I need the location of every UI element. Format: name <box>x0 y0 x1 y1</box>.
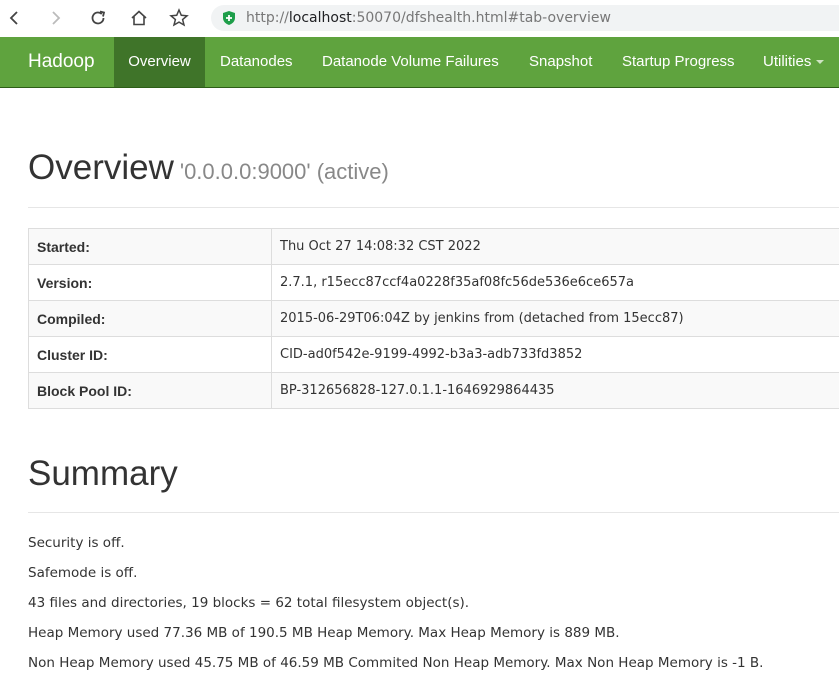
shield-icon <box>223 11 235 25</box>
row-key: Version: <box>28 264 272 301</box>
row-value: 2015-06-29T06:04Z by jenkins from (detac… <box>271 300 839 337</box>
nav-overview[interactable]: Overview <box>114 37 205 87</box>
table-row: Block Pool ID: BP-312656828-127.0.1.1-16… <box>28 372 839 409</box>
divider <box>28 207 839 208</box>
browser-toolbar: http://localhost:50070/dfshealth.html#ta… <box>0 0 839 37</box>
nav-snapshot[interactable]: Snapshot <box>529 37 592 87</box>
summary-security: Security is off. <box>28 535 125 551</box>
summary-objects: 43 files and directories, 19 blocks = 62… <box>28 595 470 611</box>
overview-table: Started: Thu Oct 27 14:08:32 CST 2022 Ve… <box>28 228 839 409</box>
url-text: http://localhost:50070/dfshealth.html#ta… <box>246 10 611 26</box>
row-value: 2.7.1, r15ecc87ccf4a0228f35af08fc56de536… <box>271 264 839 301</box>
bookmark-star-icon[interactable] <box>165 5 193 31</box>
forward-icon[interactable] <box>42 5 70 31</box>
row-value: Thu Oct 27 14:08:32 CST 2022 <box>271 228 839 265</box>
table-row: Cluster ID: CID-ad0f542e-9199-4992-b3a3-… <box>28 336 839 373</box>
nav-utilities-label: Utilities <box>763 53 812 70</box>
row-key: Compiled: <box>28 300 272 337</box>
row-value: CID-ad0f542e-9199-4992-b3a3-adb733fd3852 <box>271 336 839 373</box>
summary-non-heap-memory: Non Heap Memory used 45.75 MB of 46.59 M… <box>28 655 764 671</box>
table-row: Compiled: 2015-06-29T06:04Z by jenkins f… <box>28 300 839 337</box>
nav-utilities[interactable]: Utilities <box>763 37 825 87</box>
overview-title-text: Overview <box>28 148 174 187</box>
row-key: Started: <box>28 228 272 265</box>
navbar: Hadoop Overview Datanodes Datanode Volum… <box>0 37 839 88</box>
row-value: BP-312656828-127.0.1.1-1646929864435 <box>271 372 839 409</box>
caret-down-icon <box>816 60 825 65</box>
address-bar[interactable]: http://localhost:50070/dfshealth.html#ta… <box>211 5 839 31</box>
back-icon[interactable] <box>0 5 28 31</box>
nav-startup-progress[interactable]: Startup Progress <box>622 37 735 87</box>
overview-subtitle: '0.0.0.0:9000' (active) <box>179 159 389 184</box>
reload-icon[interactable] <box>84 5 112 31</box>
navbar-brand[interactable]: Hadoop <box>28 37 95 87</box>
table-row: Version: 2.7.1, r15ecc87ccf4a0228f35af08… <box>28 264 839 301</box>
overview-title: Overview '0.0.0.0:9000' (active) <box>28 148 389 188</box>
row-key: Block Pool ID: <box>28 372 272 409</box>
home-icon[interactable] <box>125 5 153 31</box>
row-key: Cluster ID: <box>28 336 272 373</box>
summary-safemode: Safemode is off. <box>28 565 138 581</box>
table-row: Started: Thu Oct 27 14:08:32 CST 2022 <box>28 228 839 265</box>
divider <box>28 512 839 513</box>
nav-datanodes[interactable]: Datanodes <box>220 37 293 87</box>
nav-datanode-volume-failures[interactable]: Datanode Volume Failures <box>322 37 499 87</box>
summary-heap-memory: Heap Memory used 77.36 MB of 190.5 MB He… <box>28 625 620 641</box>
summary-title: Summary <box>28 454 178 493</box>
